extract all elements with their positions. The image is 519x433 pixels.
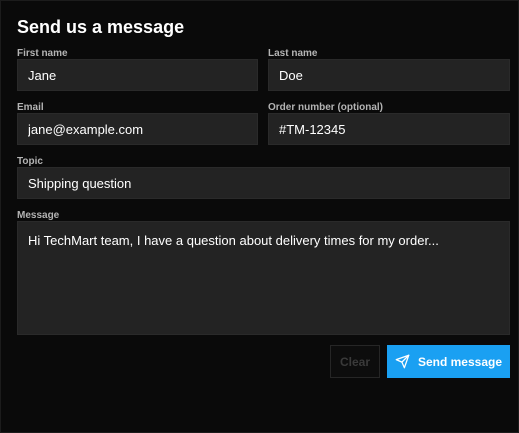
contact-form-panel: Send us a message First name Last name E… — [0, 0, 519, 433]
topic-field[interactable] — [17, 167, 510, 199]
order-number-field[interactable] — [268, 113, 510, 145]
last-name-field[interactable] — [268, 59, 510, 91]
paper-plane-icon — [395, 354, 410, 369]
send-message-label: Send message — [417, 354, 503, 369]
email-field[interactable] — [17, 113, 258, 145]
send-message-button[interactable]: Send message — [387, 345, 510, 378]
first-name-field[interactable] — [17, 59, 258, 91]
form-title: Send us a message — [17, 17, 185, 37]
clear-button[interactable]: Clear — [330, 345, 380, 378]
message-field[interactable]: Hi TechMart team, I have a question abou… — [17, 221, 510, 335]
